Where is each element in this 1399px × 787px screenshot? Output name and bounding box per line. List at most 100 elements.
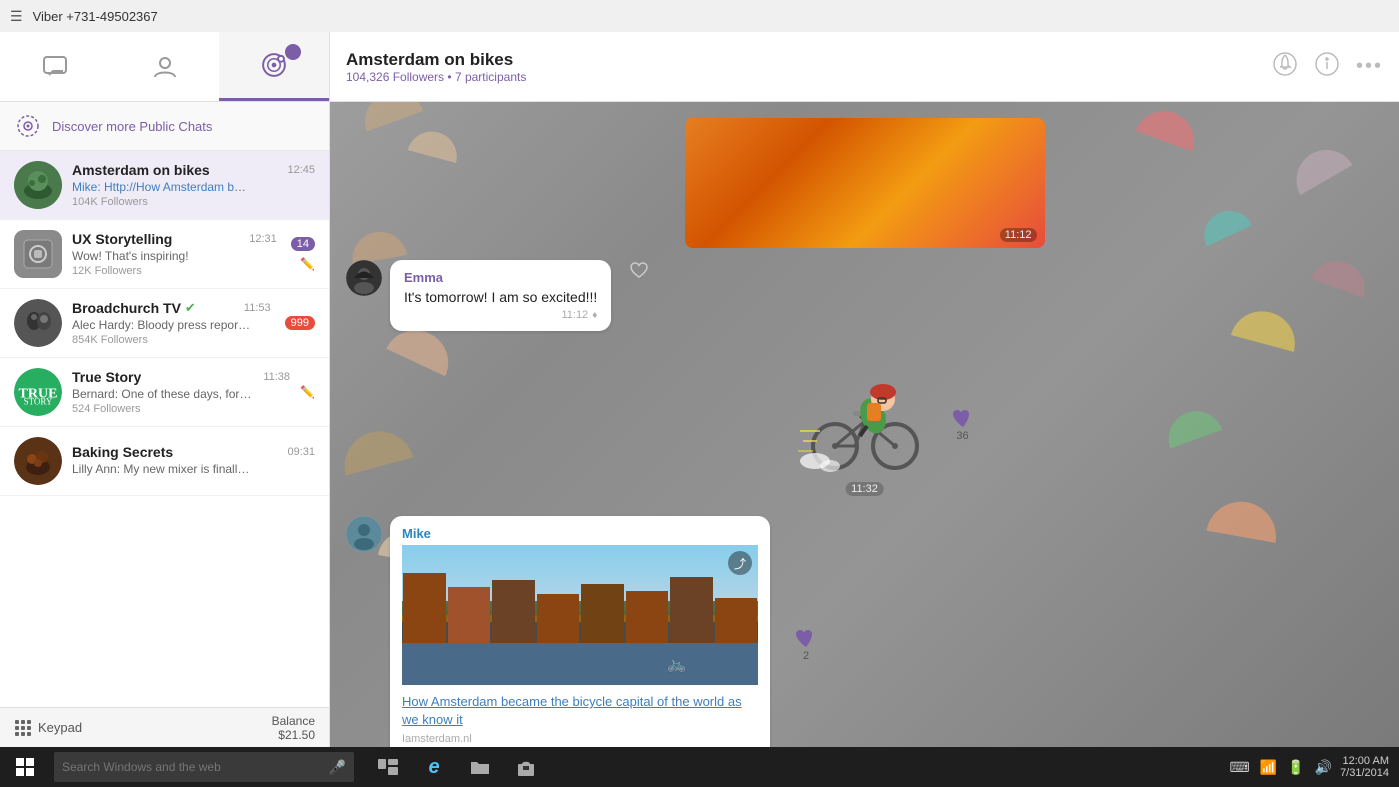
balance-label: Balance — [272, 714, 315, 728]
taskbar-edge[interactable]: e — [412, 747, 456, 787]
tab-contacts[interactable] — [110, 32, 220, 101]
app-title: Viber +731-49502367 — [33, 9, 158, 24]
emma-avatar — [346, 260, 382, 296]
balance-display: Balance $21.50 — [272, 714, 315, 742]
chat-preview-baking: Lilly Ann: My new mixer is finally here! — [72, 462, 252, 476]
start-button[interactable] — [0, 747, 50, 787]
mike-like-button[interactable]: 2 — [794, 626, 818, 662]
chat-header: Amsterdam on bikes 104,326 Followers • 7… — [330, 32, 1399, 102]
public-badge — [285, 44, 301, 60]
chat-name-broadchurch: Broadchurch TV — [72, 300, 181, 316]
taskbar-explorer[interactable] — [458, 747, 502, 787]
mike-sender-name: Mike — [402, 526, 758, 541]
tab-chats[interactable] — [0, 32, 110, 101]
chat-time-truestory: 11:38 — [263, 371, 290, 383]
search-bar[interactable]: 🎤 — [54, 752, 354, 782]
draft-icon-ux: ✏️ — [300, 257, 315, 271]
discover-banner[interactable]: Discover more Public Chats — [0, 102, 329, 151]
keypad-label: Keypad — [38, 720, 82, 735]
taskbar-clock: 12:00 AM 7/31/2014 — [1340, 755, 1389, 779]
chat-info-ux: UX Storytelling 12:31 Wow! That's inspir… — [72, 231, 277, 277]
chat-time-amsterdam: 12:45 — [287, 164, 315, 176]
battery-icon[interactable]: 🔋 — [1287, 759, 1304, 776]
balance-value: $21.50 — [272, 728, 315, 742]
chat-info-amsterdam: Amsterdam on bikes 12:45 Mike: Http://Ho… — [72, 162, 315, 208]
food-image — [685, 118, 1045, 248]
sticker-message-container: 11:32 36 — [346, 351, 1383, 496]
chat-followers-ux: 12K Followers — [72, 265, 277, 277]
sticker-like-button[interactable]: 36 — [951, 406, 975, 442]
app-container: Discover more Public Chats Amste — [0, 32, 1399, 747]
broadchurch-badge: 999 — [285, 316, 315, 330]
chat-preview-amsterdam: Mike: Http://How Amsterdam became the bi… — [72, 180, 252, 194]
sticker-like-count: 36 — [956, 430, 968, 442]
chat-item-amsterdam[interactable]: Amsterdam on bikes 12:45 Mike: Http://Ho… — [0, 151, 329, 220]
mike-message-bubble: Mike — [390, 516, 770, 747]
ux-badge: 14 — [291, 237, 315, 251]
chat-list: Amsterdam on bikes 12:45 Mike: Http://Ho… — [0, 151, 329, 707]
chat-header-info: Amsterdam on bikes 104,326 Followers • 7… — [346, 50, 1272, 84]
chat-info-baking: Baking Secrets 09:31 Lilly Ann: My new m… — [72, 444, 315, 478]
taskbar-task-view[interactable] — [366, 747, 410, 787]
clock-time: 12:00 AM — [1340, 755, 1389, 767]
emma-sender-name: Emma — [404, 270, 597, 285]
sticker-time: 11:32 — [845, 482, 884, 496]
wifi-icon[interactable]: 📶 — [1260, 759, 1277, 776]
tab-public[interactable] — [219, 32, 329, 101]
taskbar-right: ⌨ 📶 🔋 🔊 12:00 AM 7/31/2014 — [1230, 755, 1399, 779]
chat-item-ux[interactable]: UX Storytelling 12:31 Wow! That's inspir… — [0, 220, 329, 289]
chat-item-baking[interactable]: Baking Secrets 09:31 Lilly Ann: My new m… — [0, 427, 329, 496]
sidebar-bottom-bar: Keypad Balance $21.50 — [0, 707, 329, 747]
followers-count: 104,326 Followers — [346, 70, 444, 84]
person-icon — [147, 49, 183, 85]
keyboard-icon[interactable]: ⌨ — [1230, 759, 1250, 776]
keypad-button[interactable]: Keypad — [14, 719, 82, 737]
chat-item-broadchurch[interactable]: Broadchurch TV ✔ 11:53 Alec Hardy: Blood… — [0, 289, 329, 358]
draft-icon-truestory: ✏️ — [300, 385, 315, 399]
food-image-message: 11:12 — [685, 118, 1045, 248]
chat-preview-ux: Wow! That's inspiring! — [72, 249, 252, 263]
chat-time-baking: 09:31 — [287, 446, 315, 458]
avatar-broadchurch — [14, 299, 62, 347]
chat-time-ux: 12:31 — [249, 233, 277, 245]
chat-preview-truestory: Bernard: One of these days, for sure 😜 — [72, 387, 252, 401]
link-domain: Iamsterdam.nl — [402, 733, 758, 745]
emma-message-time: 11:12 — [561, 309, 588, 321]
taskbar-store[interactable] — [504, 747, 548, 787]
emma-message-container: Emma It's tomorrow! I am so excited!!! 1… — [346, 260, 611, 331]
chat-info-truestory: True Story 11:38 Bernard: One of these d… — [72, 369, 290, 415]
volume-icon[interactable]: 🔊 — [1315, 759, 1332, 776]
clock-date: 7/31/2014 — [1340, 767, 1389, 779]
microphone-icon[interactable]: 🎤 — [329, 759, 346, 776]
mike-like-count: 2 — [803, 650, 809, 662]
emma-like-button[interactable] — [629, 260, 649, 280]
info-button[interactable] — [1314, 51, 1340, 83]
avatar-baking — [14, 437, 62, 485]
svg-text:STORY: STORY — [24, 397, 53, 407]
participants-link[interactable]: 7 participants — [455, 70, 526, 84]
chat-item-truestory[interactable]: TRUE STORY True Story 11:38 Bernard: One… — [0, 358, 329, 427]
discover-icon — [14, 112, 42, 140]
hamburger-icon[interactable]: ☰ — [10, 8, 23, 25]
verified-icon-broadchurch: ✔ — [185, 300, 196, 316]
chat-followers-broadchurch: 854K Followers — [72, 334, 271, 346]
chat-name-truestory: True Story — [72, 369, 141, 385]
link-title[interactable]: How Amsterdam became the bicycle capital… — [402, 693, 758, 729]
sticker-image — [795, 351, 935, 491]
taskbar-system-icons: ⌨ 📶 🔋 🔊 — [1230, 759, 1333, 776]
emma-delivered-icon: ♦ — [592, 310, 597, 321]
chat-followers-truestory: 524 Followers — [72, 403, 290, 415]
mike-avatar — [346, 516, 382, 552]
chat-preview-broadchurch: Alec Hardy: Bloody press reporters. Elli… — [72, 318, 252, 332]
tab-bar — [0, 32, 329, 102]
chat-header-sub: 104,326 Followers • 7 participants — [346, 70, 1272, 84]
search-input[interactable] — [62, 760, 323, 774]
chat-header-title: Amsterdam on bikes — [346, 50, 1272, 70]
food-image-time: 11:12 — [1000, 228, 1037, 242]
taskbar: 🎤 e ⌨ 📶 🔋 🔊 — [0, 747, 1399, 787]
notifications-button[interactable] — [1272, 51, 1298, 83]
avatar-amsterdam — [14, 161, 62, 209]
more-options-button[interactable]: ••• — [1356, 55, 1383, 78]
avatar-ux — [14, 230, 62, 278]
messages-area[interactable]: 11:12 Emma It's tomo — [330, 102, 1399, 747]
